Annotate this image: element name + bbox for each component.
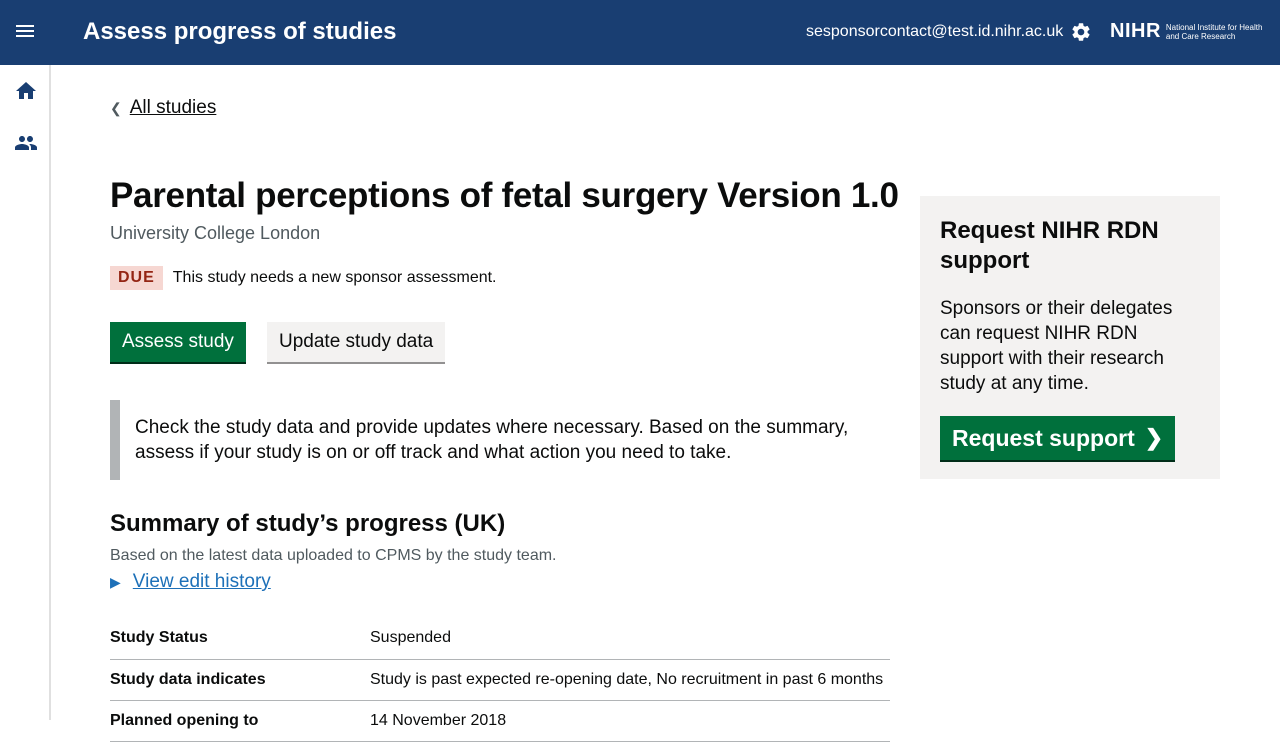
due-notice: DUE This study needs a new sponsor asses…	[110, 266, 497, 290]
menu-icon[interactable]	[16, 22, 38, 44]
panel-body: Sponsors or their delegates can request …	[940, 298, 1173, 394]
chevron-left-icon: ❮	[110, 99, 122, 116]
row-value: 14 November 2018	[370, 700, 890, 742]
request-support-panel: Request NIHR RDN support Sponsors or the…	[920, 196, 1220, 479]
back-link[interactable]: ❮ All studies	[110, 97, 216, 119]
history-link-label: View edit history	[132, 571, 271, 592]
app-header: Assess progress of studies sesponsorcont…	[0, 0, 1280, 65]
row-key: Study Status	[110, 618, 370, 660]
user-email: sesponsorcontact@test.id.nihr.ac.uk	[806, 23, 1064, 40]
request-support-label: Request support	[952, 424, 1135, 451]
page-title: Parental perceptions of fetal surgery Ve…	[110, 176, 899, 215]
logo-subtext: National Institute for Health and Care R…	[1165, 22, 1263, 41]
summary-title: Summary of study’s progress (UK)	[110, 510, 506, 537]
table-row: Study Status Suspended	[110, 618, 890, 660]
back-link-label: All studies	[129, 97, 217, 118]
view-edit-history-link[interactable]: ▶ View edit history	[110, 571, 271, 593]
assess-study-button[interactable]: Assess study	[110, 322, 246, 362]
logo-text: NIHR	[1110, 20, 1161, 42]
row-value: Suspended	[370, 618, 890, 660]
row-key: Study data indicates	[110, 659, 370, 701]
panel-title: Request NIHR RDN support	[940, 217, 1159, 274]
row-value: Study is past expected re-opening date, …	[370, 659, 890, 701]
chevron-right-icon: ❯	[1144, 425, 1164, 450]
gear-icon[interactable]	[1070, 21, 1092, 43]
summary-table: Study Status Suspended Study data indica…	[110, 618, 890, 742]
status-badge: DUE	[110, 266, 163, 290]
request-support-button[interactable]: Request support ❯	[940, 416, 1176, 460]
sidebar	[0, 65, 51, 720]
update-study-data-button[interactable]: Update study data	[267, 322, 446, 362]
organisation-name: University College London	[110, 223, 321, 243]
due-text: This study needs a new sponsor assessmen…	[172, 269, 497, 286]
nihr-logo: NIHR National Institute for Health and C…	[1110, 20, 1266, 43]
inset-text: Check the study data and provide updates…	[110, 400, 890, 480]
users-icon[interactable]	[14, 131, 38, 155]
table-row: Study data indicates Study is past expec…	[110, 659, 890, 701]
summary-subtitle: Based on the latest data uploaded to CPM…	[110, 547, 557, 564]
home-icon[interactable]	[14, 79, 38, 103]
app-title: Assess progress of studies	[83, 18, 397, 45]
table-row: Planned opening to 14 November 2018	[110, 700, 890, 742]
row-key: Planned opening to	[110, 700, 370, 742]
triangle-right-icon: ▶	[110, 573, 121, 590]
